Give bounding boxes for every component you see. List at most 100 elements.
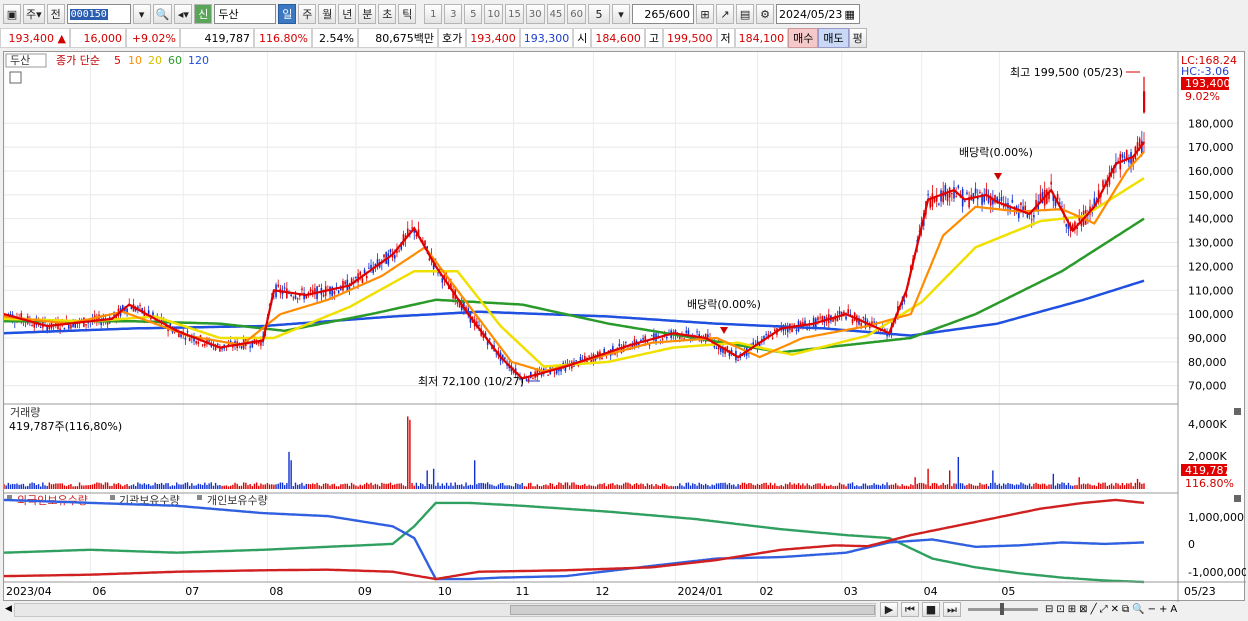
stock-name-field[interactable]: 두산 <box>214 4 277 24</box>
holding-panel-close-icon[interactable] <box>1234 495 1241 502</box>
volume-bar <box>305 483 307 489</box>
volume-bar <box>869 485 871 489</box>
prev-button[interactable]: 전 <box>46 4 65 24</box>
volume-bar <box>832 486 834 489</box>
minute-step-15[interactable]: 15 <box>505 4 524 24</box>
ma5-line <box>3 141 1145 380</box>
stop-icon[interactable]: ■ <box>922 602 940 617</box>
volume-bar <box>538 486 541 489</box>
period-tab-2[interactable]: 월 <box>318 4 337 24</box>
sound-icon[interactable]: ◂▾ <box>174 4 193 24</box>
candle-body <box>340 288 342 291</box>
cross-tool-icon[interactable]: ✕ <box>1111 604 1119 615</box>
minute-step-3[interactable]: 3 <box>444 4 463 24</box>
volume-bar <box>437 482 439 489</box>
minute-step-5[interactable]: 5 <box>464 4 483 24</box>
volume-bar <box>417 485 420 489</box>
layout-icon[interactable]: ⊞ <box>1068 604 1076 615</box>
volume-bar <box>1117 483 1119 489</box>
minute-step-10[interactable]: 10 <box>484 4 504 24</box>
candle-body <box>1056 194 1059 200</box>
volume-bar <box>804 485 806 489</box>
market-select[interactable]: 주 ▾ <box>23 4 45 24</box>
date-input[interactable]: 2024/05/23 ▦ <box>776 4 861 24</box>
table-toggle-icon[interactable] <box>9 71 22 84</box>
save-icon[interactable]: ▤ <box>736 4 755 24</box>
minute-step-1[interactable]: 1 <box>424 4 443 24</box>
data-count-input[interactable]: 265/600 <box>632 4 695 24</box>
volume-bar <box>847 483 849 489</box>
volume-bar <box>683 486 685 489</box>
volume-bars <box>3 416 1145 489</box>
first-page-icon[interactable]: ⏮ <box>901 602 919 617</box>
zoom-in-icon[interactable]: 🔍 <box>1132 604 1144 615</box>
scrollbar-thumb[interactable] <box>510 605 875 615</box>
candle-body <box>294 295 297 299</box>
eval-button[interactable]: 평 <box>848 28 867 48</box>
step-dropdown-icon[interactable]: ▾ <box>612 4 631 24</box>
layout-icon[interactable]: ⊡ <box>1056 604 1064 615</box>
minute-step-45[interactable]: 45 <box>546 4 566 24</box>
last-page-icon[interactable]: ⏭ <box>943 602 961 617</box>
volume-bar <box>398 483 400 489</box>
volume-bar <box>1039 484 1042 489</box>
volume-bar <box>266 483 269 489</box>
chart-scrollbar[interactable] <box>14 603 876 617</box>
minute-step-30[interactable]: 30 <box>525 4 545 24</box>
line-tool-icon[interactable]: ╱ <box>1091 604 1097 615</box>
volume-bar <box>910 484 912 489</box>
sell-button[interactable]: 매도 <box>818 28 849 48</box>
volume-bar <box>1130 482 1132 489</box>
scroll-left-icon[interactable]: ◀ <box>5 604 12 614</box>
volume-bar <box>1132 486 1134 489</box>
buy-button[interactable]: 매수 <box>788 28 819 48</box>
layout-icon[interactable]: ⊟ <box>1045 604 1053 615</box>
period-tab-1[interactable]: 주 <box>298 4 317 24</box>
step-input[interactable]: 5 <box>588 4 611 24</box>
volume-bar <box>1074 485 1076 489</box>
trend-tool-icon[interactable]: ⤢ <box>1100 604 1108 615</box>
draw-icon[interactable]: ↗ <box>716 4 735 24</box>
minus-icon[interactable]: − <box>1148 604 1156 615</box>
stock-chart-svg[interactable]: 두산 종가 단순 5 10 20 60 120 최고 199,500 (05/2… <box>3 52 1248 602</box>
candle-body <box>337 290 340 293</box>
zoom-slider[interactable] <box>968 603 1038 615</box>
indicator-icon[interactable]: ⊞ <box>696 4 715 24</box>
volume-bar <box>754 485 757 489</box>
chart-area[interactable]: 두산 종가 단순 5 10 20 60 120 최고 199,500 (05/2… <box>3 51 1248 602</box>
candle-body <box>59 328 61 331</box>
volume-panel-close-icon[interactable] <box>1234 408 1241 415</box>
scroll-right-icon[interactable]: ▶ <box>880 602 898 617</box>
volume-bar <box>307 483 310 489</box>
period-tab-4[interactable]: 분 <box>358 4 377 24</box>
settings-gear-icon[interactable]: ⚙ <box>756 4 775 24</box>
plus-icon[interactable]: + <box>1159 604 1167 615</box>
period-tab-0[interactable]: 일 <box>278 4 297 24</box>
layout-icon[interactable]: ⊠ <box>1079 604 1087 615</box>
minute-step-60[interactable]: 60 <box>567 4 587 24</box>
volume-bar <box>983 484 985 489</box>
volume-bar <box>672 486 675 489</box>
volume-bar <box>461 484 463 489</box>
copy-icon[interactable]: ⧉ <box>1122 604 1129 615</box>
volume-bar <box>422 484 424 489</box>
volume-bar <box>193 485 195 489</box>
volume-bar <box>592 485 595 489</box>
font-icon[interactable]: A <box>1170 604 1177 615</box>
period-tab-3[interactable]: 년 <box>338 4 357 24</box>
stock-code-input[interactable]: 000150 <box>66 4 131 24</box>
candle-body <box>821 316 824 320</box>
volume-bar <box>391 484 394 489</box>
candle-body <box>398 250 400 252</box>
window-icon[interactable]: ▣ <box>3 4 21 24</box>
period-tab-6[interactable]: 틱 <box>398 4 417 24</box>
search-icon[interactable]: 🔍 <box>152 4 173 24</box>
volume-bar <box>765 482 767 489</box>
zoom-slider-handle[interactable] <box>1000 603 1004 615</box>
volume-bar <box>1089 484 1091 489</box>
period-tab-5[interactable]: 초 <box>378 4 397 24</box>
code-dropdown-icon[interactable]: ▾ <box>132 4 151 24</box>
calendar-icon[interactable]: ▦ <box>844 8 854 21</box>
candle-body <box>931 193 934 207</box>
candle-body <box>31 325 33 327</box>
